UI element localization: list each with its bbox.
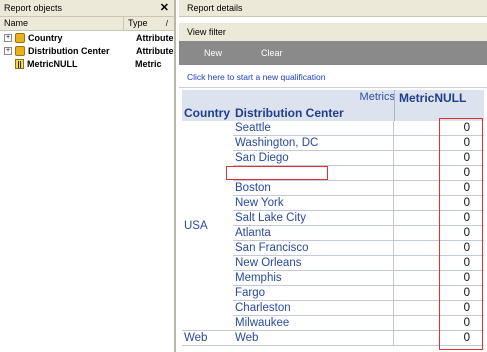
view-filter-toolbar: New Clear: [179, 41, 487, 65]
distribution-center-cell: Seattle: [233, 121, 394, 136]
column-type-label: Type: [128, 18, 148, 28]
distribution-center-cell: Atlanta: [233, 226, 394, 241]
metric-header-label: MetricNULL: [399, 91, 467, 105]
report-objects-title: Report objects: [4, 3, 63, 13]
object-row[interactable]: + Country Attribute: [0, 31, 174, 44]
report-details-header: Report details: [179, 0, 487, 17]
report-objects-pane: Report objects ✕ Name Type / + Country Att…: [0, 0, 176, 352]
annotation-box-values: [439, 118, 483, 350]
object-name: Country: [28, 32, 63, 43]
distribution-center-cell: New York: [233, 196, 394, 211]
qualification-bar: Click here to start a new qualification: [179, 66, 487, 88]
country-header[interactable]: Country: [184, 106, 230, 120]
distribution-center-header[interactable]: Distribution Center: [235, 106, 344, 120]
distribution-center-cell: Charleston: [233, 301, 394, 316]
distribution-center-cell: San Francisco: [233, 241, 394, 256]
distribution-center-cell: New Orleans: [233, 256, 394, 271]
new-qualification-link[interactable]: Click here to start a new qualification: [187, 72, 325, 82]
report-details-title: Report details: [187, 3, 243, 13]
objects-column-header: Name Type /: [0, 17, 174, 31]
close-icon[interactable]: ✕: [160, 0, 169, 16]
sort-icon: /: [165, 19, 168, 28]
object-row[interactable]: + Distribution Center Attribute: [0, 44, 174, 57]
distribution-center-cell: Web: [233, 331, 394, 346]
view-filter-header: View filter: [179, 23, 487, 41]
country-cell: USA: [182, 121, 233, 331]
distribution-center-cell: Washington, DC: [233, 136, 394, 151]
object-type: Attribute: [136, 45, 174, 56]
metric-icon: [15, 58, 24, 69]
expand-icon[interactable]: +: [4, 46, 12, 55]
objects-list: + Country Attribute + Distribution Center Att…: [0, 31, 174, 70]
column-type[interactable]: Type /: [124, 17, 174, 30]
view-filter-title: View filter: [187, 27, 226, 37]
object-type: Attribute: [136, 32, 174, 43]
distribution-center-cell: San Diego: [233, 151, 394, 166]
distribution-center-cell: Memphis: [233, 271, 394, 286]
clear-button[interactable]: Clear: [261, 41, 283, 65]
object-row[interactable]: MetricNULL Metric: [0, 57, 174, 70]
column-name[interactable]: Name: [0, 17, 124, 30]
metric-header[interactable]: MetricNULL: [394, 90, 484, 121]
object-name: MetricNULL: [27, 58, 78, 69]
expand-icon[interactable]: +: [4, 33, 12, 42]
distribution-center-cell: Boston: [233, 181, 394, 196]
annotation-box-empty-cell: [226, 166, 328, 180]
distribution-center-cell: Fargo: [233, 286, 394, 301]
distribution-center-cell: Salt Lake City: [233, 211, 394, 226]
new-button[interactable]: New: [204, 41, 222, 65]
report-objects-header: Report objects ✕: [0, 0, 174, 17]
attribute-icon: [15, 45, 25, 56]
object-type: Metric: [135, 58, 162, 69]
attribute-icon: [15, 32, 25, 43]
distribution-center-cell: Milwaukee: [233, 316, 394, 331]
metrics-label: Metrics: [359, 91, 395, 103]
object-name: Distribution Center: [28, 45, 110, 56]
report-details-pane: Report details View filter New Clear Cli…: [179, 0, 487, 352]
country-cell: Web: [182, 331, 233, 346]
